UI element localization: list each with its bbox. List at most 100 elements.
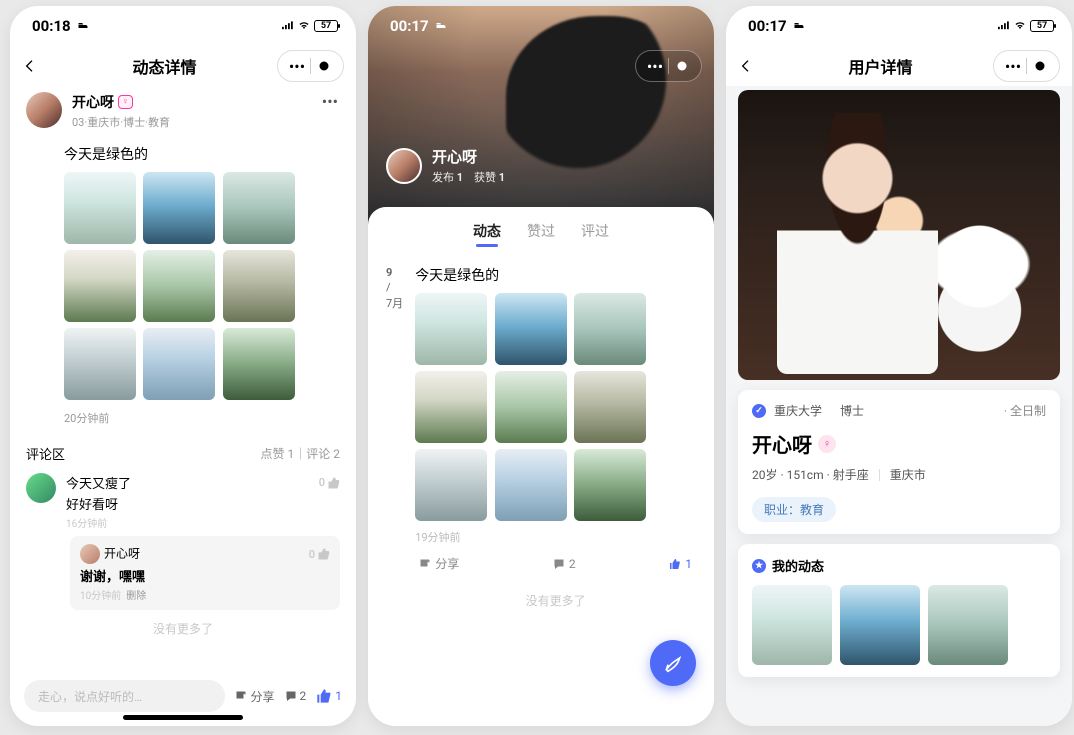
grid-image[interactable]: [752, 585, 832, 665]
page-title: 用户详情: [768, 54, 993, 78]
comment-like[interactable]: 0: [319, 476, 340, 489]
grid-image[interactable]: [574, 293, 646, 365]
grid-image[interactable]: [64, 172, 136, 244]
wifi-icon: [298, 17, 310, 35]
avatar[interactable]: [26, 473, 56, 503]
bed-icon: [77, 17, 89, 35]
fulltime-label: · 全日制: [1004, 402, 1046, 419]
comment-count[interactable]: 2: [553, 557, 576, 571]
target-icon[interactable]: [669, 54, 695, 78]
menu-dots-icon[interactable]: •••: [1000, 54, 1026, 78]
tab-commented[interactable]: 评过: [581, 221, 609, 247]
statusbar: 00:18 57: [10, 6, 356, 46]
target-icon[interactable]: [311, 54, 337, 78]
grid-image[interactable]: [415, 449, 487, 521]
likes-count-label[interactable]: 点赞 1: [261, 447, 295, 461]
grid-image[interactable]: [223, 328, 295, 400]
grid-image[interactable]: [223, 250, 295, 322]
signal-icon: [998, 17, 1010, 35]
bed-icon: [793, 17, 805, 35]
page-title: 动态详情: [52, 54, 277, 78]
capsule-menu[interactable]: •••: [993, 50, 1060, 82]
capsule-menu[interactable]: •••: [277, 50, 344, 82]
back-button[interactable]: [22, 58, 52, 74]
delete-button[interactable]: 删除: [126, 591, 146, 602]
comment-time: 16分钟前: [66, 515, 340, 530]
feed-time: 19分钟前: [415, 529, 696, 545]
verified-icon: ✓: [752, 404, 766, 418]
tab-liked[interactable]: 赞过: [527, 221, 555, 247]
signal-icon: [282, 17, 294, 35]
grid-image[interactable]: [415, 293, 487, 365]
reply-author: 开心呀: [104, 546, 140, 560]
post-caption: 今天是绿色的: [64, 144, 340, 164]
reply-text: 谢谢，嘿嘿: [80, 566, 330, 585]
reply-like[interactable]: 0: [309, 548, 330, 561]
share-button[interactable]: 分享: [419, 555, 459, 572]
bottom-bar: 走心，说点好听的… 分享 2 1: [10, 680, 356, 712]
screen-user-detail: 00:17 57 用户详情 ••• ✓ 重庆大学 博士 · 全日制: [726, 6, 1072, 726]
grid-image[interactable]: [928, 585, 1008, 665]
post-more-icon[interactable]: •••: [320, 92, 340, 111]
wifi-icon: [1014, 17, 1026, 35]
university-label: 重庆大学: [774, 402, 822, 419]
nav-bar: 用户详情 •••: [726, 46, 1072, 86]
compose-button[interactable]: [650, 640, 696, 686]
avatar[interactable]: [26, 92, 62, 128]
avatar[interactable]: [80, 544, 100, 564]
tab-posts[interactable]: 动态: [473, 221, 501, 247]
degree-label: 博士: [840, 402, 864, 419]
grid-image[interactable]: [574, 449, 646, 521]
grid-image[interactable]: [495, 371, 567, 443]
grid-image[interactable]: [415, 371, 487, 443]
like-button[interactable]: 1: [316, 688, 342, 704]
author-sub: 03·重庆市·博士·教育: [72, 114, 310, 130]
grid-image[interactable]: [143, 328, 215, 400]
avatar[interactable]: [386, 148, 422, 184]
star-icon: ★: [752, 559, 766, 573]
grid-image[interactable]: [840, 585, 920, 665]
comments-count-label[interactable]: 评论 2: [306, 447, 340, 461]
home-indicator: [123, 715, 243, 720]
my-posts-title: 我的动态: [772, 556, 824, 575]
no-more-label: 没有更多了: [26, 620, 340, 637]
image-grid: [64, 172, 296, 400]
nav-bar: •••: [368, 46, 714, 86]
share-button[interactable]: 分享: [235, 688, 274, 705]
grid-image[interactable]: [574, 371, 646, 443]
menu-dots-icon[interactable]: •••: [642, 54, 668, 78]
target-icon[interactable]: [1027, 54, 1053, 78]
grid-image[interactable]: [64, 250, 136, 322]
bed-icon: [435, 17, 447, 35]
status-time: 00:17: [748, 17, 787, 35]
comment-text: 好好看呀: [66, 494, 340, 513]
profile-attrs: 20岁 · 151cm · 射手座 重庆市: [752, 466, 1046, 483]
like-button[interactable]: 1: [669, 557, 692, 571]
reply-time: 10分钟前: [80, 591, 121, 602]
grid-image[interactable]: [143, 250, 215, 322]
comment-count[interactable]: 2: [285, 689, 307, 703]
comment-item: 今天又瘦了 0 好好看呀 16分钟前: [26, 473, 340, 530]
grid-image[interactable]: [495, 449, 567, 521]
profile-name: 开心呀 ♀: [752, 429, 1046, 458]
image-grid: [415, 293, 647, 521]
post-time: 20分钟前: [64, 410, 340, 426]
my-posts-card: ★ 我的动态: [738, 544, 1060, 677]
profile-name: 开心呀: [432, 146, 505, 167]
comment-author: 今天又瘦了 0: [66, 473, 340, 492]
comments-header: 评论区 点赞 1｜评论 2: [26, 444, 340, 463]
profile-photo[interactable]: [738, 90, 1060, 380]
comment-input[interactable]: 走心，说点好听的…: [24, 680, 225, 712]
gender-tag: ♀: [118, 95, 133, 109]
grid-image[interactable]: [143, 172, 215, 244]
battery-icon: 57: [1030, 20, 1054, 32]
back-button[interactable]: [738, 58, 768, 74]
menu-dots-icon[interactable]: •••: [284, 54, 310, 78]
capsule-menu[interactable]: •••: [635, 50, 702, 82]
grid-image[interactable]: [64, 328, 136, 400]
grid-image[interactable]: [495, 293, 567, 365]
status-time: 00:17: [390, 17, 429, 35]
author-name[interactable]: 开心呀♀: [72, 92, 310, 112]
feed-caption: 今天是绿色的: [415, 265, 696, 285]
grid-image[interactable]: [223, 172, 295, 244]
